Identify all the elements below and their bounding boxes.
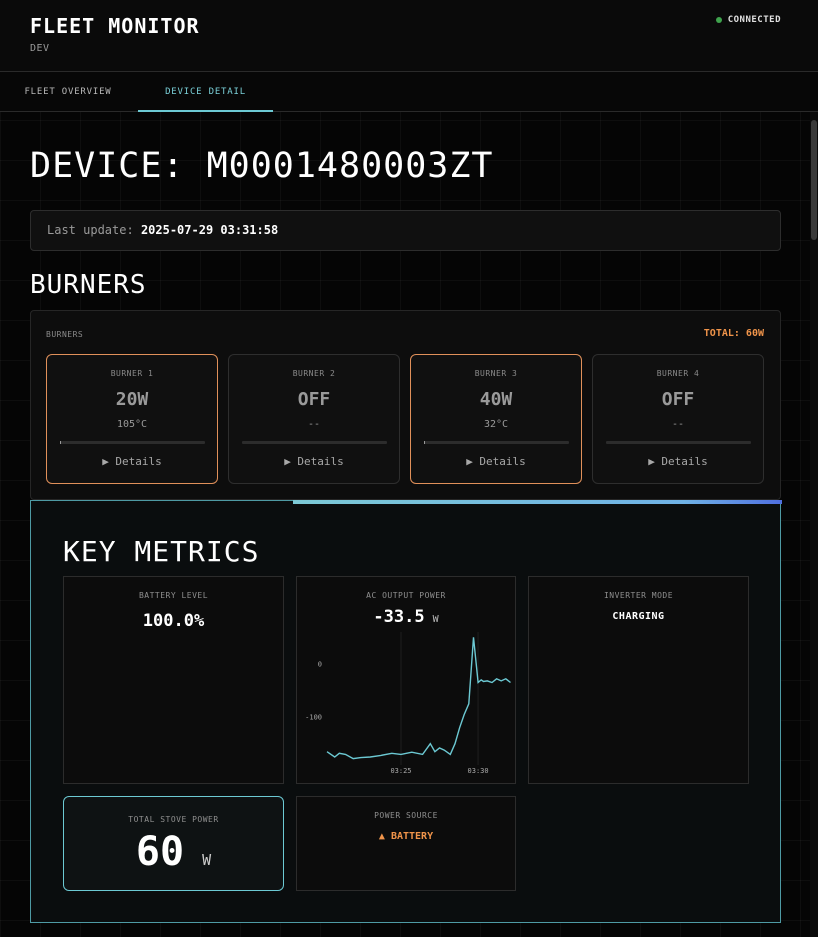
burner-power: 20W — [115, 389, 149, 410]
burner-details-button[interactable]: ▶ Details — [47, 455, 217, 468]
scrollbar-thumb[interactable] — [811, 120, 817, 240]
burner-temp: -- — [671, 419, 685, 430]
ac-output-card: AC OUTPUT POWER -33.5 W 03:25 03:30 0 -100 — [296, 576, 516, 784]
tab-fleet-overview[interactable]: FLEET OVERVIEW — [0, 72, 136, 112]
burners-panel-label: BURNERS — [46, 330, 84, 339]
total-stove-power-value: 60 — [135, 829, 185, 875]
y-tick-label: 0 — [318, 660, 322, 668]
burner-temp: -- — [307, 419, 321, 430]
burner-power: OFF — [661, 389, 695, 410]
ac-output-chart: 03:25 03:30 0 -100 — [305, 632, 511, 775]
burners-panel: BURNERS TOTAL: 60W BURNER 1 20W 105°C ▶ … — [30, 310, 781, 500]
tab-device-detail[interactable]: DEVICE DETAIL — [138, 72, 273, 112]
connection-status-label: CONNECTED — [727, 15, 781, 25]
burner-name: BURNER 4 — [656, 369, 700, 378]
total-stove-power-value-row: 60 W — [64, 829, 283, 875]
inverter-mode-card: INVERTER MODE CHARGING — [528, 576, 749, 784]
burner-level-bar — [242, 441, 387, 444]
battery-level-label: BATTERY LEVEL — [138, 591, 209, 600]
last-update-label: Last update: — [47, 223, 134, 237]
inverter-mode-label: INVERTER MODE — [603, 591, 674, 600]
burner-name: BURNER 1 — [110, 369, 154, 378]
connection-status: CONNECTED — [715, 15, 781, 25]
burner-power: OFF — [297, 389, 331, 410]
tab-bar: FLEET OVERVIEW DEVICE DETAIL — [0, 72, 818, 112]
burner-level-bar — [606, 441, 751, 444]
power-source-label: POWER SOURCE — [374, 811, 438, 820]
burner-name: BURNER 2 — [292, 369, 336, 378]
burner-power: 40W — [479, 389, 513, 410]
burner-level-bar — [60, 441, 205, 444]
burners-section-title: BURNERS — [30, 270, 147, 300]
total-stove-power-label: TOTAL STOVE POWER — [128, 815, 219, 824]
total-stove-power-unit: W — [202, 851, 212, 869]
ac-output-series-line — [326, 637, 511, 760]
power-source-value: ▲ BATTERY — [378, 831, 434, 842]
burner-card-3[interactable]: BURNER 3 40W 32°C ▶ Details — [410, 354, 582, 484]
burners-total: TOTAL: 60W — [703, 328, 764, 339]
metrics-accent-bar — [293, 500, 782, 504]
key-metrics-title: KEY METRICS — [63, 535, 260, 568]
burner-level-bar — [424, 441, 569, 444]
burner-details-button[interactable]: ▶ Details — [593, 455, 763, 468]
burner-level-fill — [424, 441, 426, 444]
burner-details-button[interactable]: ▶ Details — [411, 455, 581, 468]
inverter-mode-value: CHARGING — [612, 611, 665, 622]
device-title: DEVICE: M0001480003ZT — [30, 146, 494, 186]
last-update-bar: Last update: 2025-07-29 03:31:58 — [30, 210, 781, 251]
battery-level-value: 100.0% — [142, 611, 205, 631]
environment-label: DEV — [30, 43, 50, 54]
burner-temp: 105°C — [116, 419, 148, 430]
scrollbar[interactable] — [810, 112, 818, 937]
total-stove-power-card: TOTAL STOVE POWER 60 W — [63, 796, 284, 891]
burner-level-fill — [60, 441, 62, 444]
app-header: FLEET MONITOR DEV CONNECTED — [0, 0, 818, 72]
burner-temp: 32°C — [483, 419, 509, 430]
battery-level-card: BATTERY LEVEL 100.0% — [63, 576, 284, 784]
power-source-card: POWER SOURCE ▲ BATTERY — [296, 796, 516, 891]
burner-name: BURNER 3 — [474, 369, 518, 378]
last-update-value: 2025-07-29 03:31:58 — [140, 223, 279, 237]
x-tick-label: 03:30 — [468, 767, 489, 775]
burner-card-2[interactable]: BURNER 2 OFF -- ▶ Details — [228, 354, 400, 484]
y-tick-label: -100 — [305, 714, 322, 722]
burner-details-button[interactable]: ▶ Details — [229, 455, 399, 468]
status-dot-icon — [715, 17, 722, 23]
burner-card-1[interactable]: BURNER 1 20W 105°C ▶ Details — [46, 354, 218, 484]
x-tick-label: 03:25 — [390, 767, 411, 775]
key-metrics-panel: KEY METRICS BATTERY LEVEL 100.0% AC OUTP… — [30, 500, 782, 923]
burner-card-4[interactable]: BURNER 4 OFF -- ▶ Details — [592, 354, 764, 484]
app-title: FLEET MONITOR — [30, 14, 200, 38]
